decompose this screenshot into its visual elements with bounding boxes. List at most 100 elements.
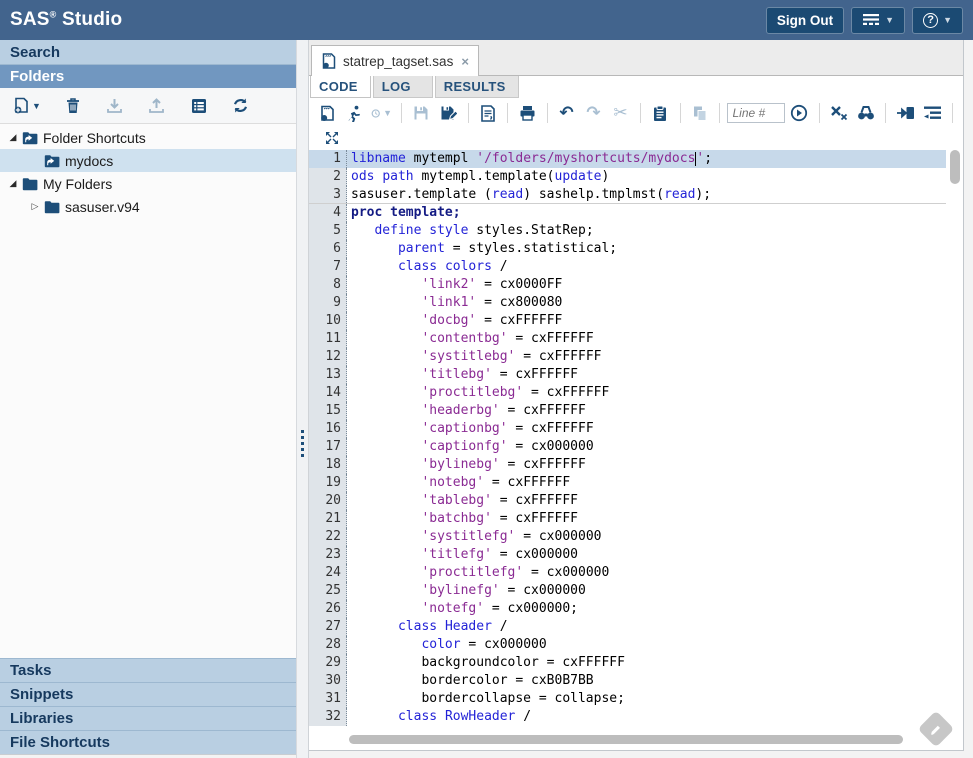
maximize-view-button[interactable] [319,126,344,150]
collapsed-caret-icon[interactable]: ▷ [28,201,42,212]
folder-tree: ◢ Folder Shortcuts mydocs ◢My Folders ▷ sasus… [0,124,296,218]
vertical-scrollbar[interactable] [950,150,960,730]
new-item-button[interactable]: ▼ [10,93,44,119]
code-line-25: 25 'bylinefg' = cx000000 [309,582,946,600]
folder-shortcut-icon [22,131,38,145]
code-line-5: 5 define style styles.StatRep; [309,222,946,240]
line-number: 9 [309,294,347,312]
subtab-results[interactable]: RESULTS [435,76,519,98]
tree-item-label: sasuser.v94 [65,199,140,215]
subtab-log[interactable]: LOG [373,76,433,98]
code-line-9: 9 'link1' = cx800080 [309,294,946,312]
submission-history-button[interactable]: ▼ [369,101,394,125]
more-menu-button[interactable]: ▼ [851,7,905,34]
expanded-caret-icon[interactable]: ◢ [6,132,20,143]
code-line-1: 1libname mytempl '/folders/myshortcuts/m… [309,150,946,168]
accordion-snippets[interactable]: Snippets [0,682,296,706]
program-file-icon [321,53,337,69]
help-menu-button[interactable]: ?▼ [912,7,963,34]
line-number: 20 [309,492,347,510]
code-line-27: 27 class Header / [309,618,946,636]
line-number: 15 [309,402,347,420]
line-number: 23 [309,546,347,564]
paste-button[interactable] [648,101,673,125]
navigation-pane: Search Folders ▼ ◢ Folder Shortcuts mydocs… [0,40,296,755]
properties-button[interactable] [186,93,212,119]
download-button[interactable] [102,93,128,119]
code-line-8: 8 'link2' = cx0000FF [309,276,946,294]
new-program-button[interactable] [315,101,340,125]
sign-out-button[interactable]: Sign Out [766,7,844,34]
accordion-search[interactable]: Search [0,40,296,64]
code-line-20: 20 'tablebg' = cxFFFFFF [309,492,946,510]
code-line-11: 11 'contentbg' = cxFFFFFF [309,330,946,348]
code-line-2: 2ods path mytempl.template(update) [309,168,946,186]
code-line-7: 7 class colors / [309,258,946,276]
line-number: 16 [309,420,347,438]
line-number: 18 [309,456,347,474]
chevron-down-icon: ▼ [383,108,392,118]
tab-statrep-tagset[interactable]: statrep_tagset.sas × [311,45,479,76]
goto-line-button[interactable] [787,101,812,125]
delete-button[interactable] [60,93,86,119]
tree-item-label: mydocs [65,153,113,169]
print-button[interactable] [515,101,540,125]
code-line-32: 32 class RowHeader / [309,708,946,726]
goto-line-input[interactable] [727,103,785,123]
code-lines: 1libname mytempl '/folders/myshortcuts/m… [309,150,946,726]
line-number: 3 [309,186,347,203]
tree-item-my-folders[interactable]: ◢My Folders [0,172,296,195]
expanded-caret-icon[interactable]: ◢ [6,178,20,189]
chevron-down-icon: ▼ [885,15,894,25]
code-line-23: 23 'titlefg' = cx000000 [309,546,946,564]
code-line-3: 3sasuser.template (read) sashelp.tmplmst… [309,186,946,204]
line-number: 11 [309,330,347,348]
line-number: 7 [309,258,347,276]
find-replace-button[interactable] [853,101,878,125]
line-number: 24 [309,564,347,582]
refresh-button[interactable] [228,93,254,119]
save-button[interactable] [409,101,434,125]
tree-item-folder-shortcuts[interactable]: ◢ Folder Shortcuts [0,126,296,149]
redo-button[interactable]: ↷ [581,101,606,125]
line-number: 17 [309,438,347,456]
code-line-28: 28 color = cx000000 [309,636,946,654]
line-number: 10 [309,312,347,330]
format-code-button[interactable] [920,101,945,125]
pane-splitter[interactable] [296,40,309,758]
chevron-down-icon: ▼ [943,15,952,25]
cut-button[interactable]: ✂ [608,101,633,125]
horizontal-scrollbar[interactable] [349,735,903,744]
accordion-libraries[interactable]: Libraries [0,706,296,730]
subtab-code[interactable]: CODE [310,76,371,98]
menu-icon [862,13,880,27]
line-number: 5 [309,222,347,240]
code-editor[interactable]: 1libname mytempl '/folders/myshortcuts/m… [309,148,963,750]
copy-button[interactable] [687,101,712,125]
run-button[interactable] [342,101,367,125]
horizontal-scrollbar-thumb[interactable] [349,735,903,744]
program-summary-button[interactable] [475,101,500,125]
line-number: 6 [309,240,347,258]
save-as-button[interactable] [436,101,461,125]
help-icon: ? [923,13,938,28]
clear-code-button[interactable] [826,101,851,125]
undo-button[interactable]: ↶ [554,101,579,125]
line-number: 12 [309,348,347,366]
go-interactive-button[interactable] [893,101,918,125]
accordion-file-shortcuts[interactable]: File Shortcuts [0,730,296,754]
folders-toolbar: ▼ [0,88,296,124]
accordion-folders[interactable]: Folders [0,64,296,88]
tree-item-mydocs[interactable]: mydocs [0,149,296,172]
line-number: 30 [309,672,347,690]
line-number: 21 [309,510,347,528]
tree-item-label: Folder Shortcuts [43,130,146,146]
accordion-tasks[interactable]: Tasks [0,658,296,682]
code-line-21: 21 'batchbg' = cxFFFFFF [309,510,946,528]
code-line-16: 16 'captionbg' = cxFFFFFF [309,420,946,438]
close-tab-icon[interactable]: × [461,54,469,69]
vertical-scrollbar-thumb[interactable] [950,150,960,184]
line-number: 2 [309,168,347,186]
tree-item-sasuser-v94[interactable]: ▷ sasuser.v94 [0,195,296,218]
upload-button[interactable] [144,93,170,119]
